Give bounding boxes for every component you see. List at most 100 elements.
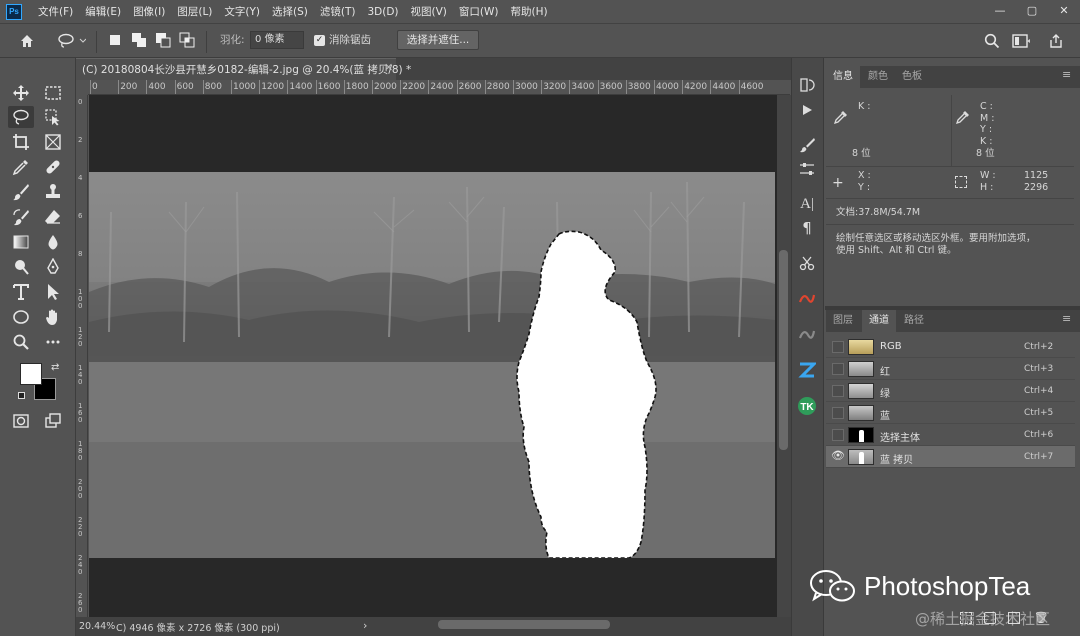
visibility-toggle[interactable]	[832, 429, 844, 441]
menu-type[interactable]: 文字(Y)	[218, 0, 266, 24]
path-selection-tool-icon[interactable]	[40, 281, 66, 303]
document-image[interactable]	[89, 172, 775, 558]
eyedropper-tool-icon[interactable]	[8, 156, 34, 178]
add-to-selection-icon[interactable]	[130, 31, 148, 49]
menu-view[interactable]: 视图(V)	[405, 0, 453, 24]
swap-colors-icon[interactable]: ⇄	[51, 362, 59, 373]
adjustments-sliders-icon[interactable]	[795, 158, 819, 180]
plugin-tk-icon[interactable]: TK	[795, 395, 819, 417]
visibility-toggle[interactable]	[832, 341, 844, 353]
maximize-button[interactable]: ▢	[1016, 0, 1048, 20]
lasso-preset-picker-icon[interactable]	[54, 31, 88, 51]
horizontal-scrollbar-thumb[interactable]	[438, 620, 610, 629]
marquee-tool-icon[interactable]	[40, 82, 66, 104]
type-tool-icon[interactable]	[8, 281, 34, 303]
ruler-h-tick	[146, 80, 148, 94]
zoom-level[interactable]: 20.44%	[76, 621, 115, 632]
workspace-icon[interactable]	[1010, 31, 1032, 51]
menu-image[interactable]: 图像(I)	[127, 0, 171, 24]
home-icon[interactable]	[16, 31, 38, 51]
channel-name: RGB	[880, 341, 902, 352]
juejin-watermark: @稀土掘金技术社区	[915, 610, 1051, 628]
menu-file[interactable]: 文件(F)	[32, 0, 79, 24]
vertical-scrollbar-thumb[interactable]	[779, 250, 788, 450]
visibility-toggle[interactable]	[832, 385, 844, 397]
ruler-h-tick	[738, 80, 740, 94]
ruler-h-tick	[428, 80, 430, 94]
more-tools-icon[interactable]	[40, 331, 66, 353]
menu-3d[interactable]: 3D(D)	[361, 0, 404, 24]
quick-mask-icon[interactable]	[8, 410, 34, 432]
eraser-tool-icon[interactable]	[40, 206, 66, 228]
ruler-v-label: 2 2 0	[78, 516, 83, 538]
tab-close-icon[interactable]: ✕	[384, 61, 393, 74]
visibility-toggle[interactable]	[832, 407, 844, 419]
close-window-button[interactable]: ✕	[1048, 0, 1080, 20]
character-panel-icon[interactable]: A|	[795, 193, 819, 215]
plugin-link-icon[interactable]	[795, 324, 819, 346]
clone-stamp-tool-icon[interactable]	[40, 181, 66, 203]
tab-color[interactable]: 颜色	[862, 66, 894, 88]
visibility-toggle[interactable]	[832, 363, 844, 375]
share-icon[interactable]	[1046, 31, 1066, 51]
history-panel-icon[interactable]	[795, 74, 819, 96]
ruler-h-tick	[202, 80, 204, 94]
intersect-selection-icon[interactable]	[178, 31, 196, 49]
document-tab[interactable]: (C) 20180804长沙县开慧乡0182-编辑-2.jpg @ 20.4%(…	[76, 58, 411, 80]
menu-filter[interactable]: 滤镜(T)	[314, 0, 362, 24]
hand-tool-icon[interactable]	[40, 306, 66, 328]
tab-channels[interactable]: 通道	[862, 310, 896, 332]
eye-icon[interactable]: 👁	[831, 449, 845, 462]
plugin-red-icon[interactable]	[795, 288, 819, 310]
new-selection-icon[interactable]	[106, 31, 124, 49]
plugin-z-icon[interactable]	[795, 359, 819, 381]
channel-name: 蓝	[880, 411, 890, 422]
antialias-label: 消除锯齿	[329, 34, 371, 46]
move-tool-icon[interactable]	[8, 82, 34, 104]
lasso-tool-icon[interactable]	[8, 106, 34, 128]
antialias-checkbox[interactable]: ✓	[314, 35, 325, 46]
dodge-tool-icon[interactable]	[8, 256, 34, 278]
minimize-button[interactable]: —	[984, 0, 1016, 20]
crop-tool-icon[interactable]	[8, 131, 34, 153]
foreground-color-swatch[interactable]	[20, 363, 42, 385]
crosshair-icon: +	[832, 175, 844, 191]
ellipse-tool-icon[interactable]	[8, 306, 34, 328]
blur-tool-icon[interactable]	[40, 231, 66, 253]
photoshop-logo-icon[interactable]: Ps	[6, 3, 22, 20]
history-brush-tool-icon[interactable]	[8, 206, 34, 228]
actions-play-icon[interactable]	[795, 99, 819, 121]
menu-help[interactable]: 帮助(H)	[505, 0, 554, 24]
menu-layer[interactable]: 图层(L)	[171, 0, 218, 24]
brush-tool-icon[interactable]	[8, 181, 34, 203]
brush-settings-icon[interactable]	[795, 134, 819, 156]
pen-tool-icon[interactable]	[40, 256, 66, 278]
feather-input[interactable]: 0 像素	[250, 31, 304, 49]
tab-info[interactable]: 信息	[826, 66, 860, 88]
paragraph-panel-icon[interactable]: ¶	[795, 217, 819, 239]
tab-paths[interactable]: 路径	[898, 310, 930, 332]
menu-select[interactable]: 选择(S)	[266, 0, 314, 24]
channels-panel-menu-icon[interactable]: ≡	[1062, 312, 1071, 325]
channel-name: 蓝 拷贝	[880, 455, 914, 466]
menu-edit[interactable]: 编辑(E)	[79, 0, 127, 24]
select-and-mask-button[interactable]: 选择并遮住...	[397, 30, 479, 50]
frame-tool-icon[interactable]	[40, 131, 66, 153]
menu-window[interactable]: 窗口(W)	[453, 0, 505, 24]
tab-swatches[interactable]: 色板	[896, 66, 928, 88]
zoom-tool-icon[interactable]	[8, 331, 34, 353]
object-selection-tool-icon[interactable]	[40, 106, 66, 128]
subtract-from-selection-icon[interactable]	[154, 31, 172, 49]
tab-layers[interactable]: 图层	[826, 310, 860, 332]
info-panel-menu-icon[interactable]: ≡	[1062, 68, 1071, 81]
gradient-tool-icon[interactable]	[8, 231, 34, 253]
tool-presets-scissors-icon[interactable]	[795, 252, 819, 274]
default-colors-icon[interactable]	[18, 392, 25, 399]
screen-mode-icon[interactable]	[40, 410, 66, 432]
info-bits-right: 8 位	[976, 148, 995, 159]
ruler-h-tick	[569, 80, 571, 94]
healing-brush-tool-icon[interactable]	[40, 156, 66, 178]
search-icon[interactable]	[982, 31, 1002, 51]
status-menu-arrow[interactable]: ›	[363, 619, 367, 632]
ruler-v-label: 1 0 0	[78, 288, 83, 310]
